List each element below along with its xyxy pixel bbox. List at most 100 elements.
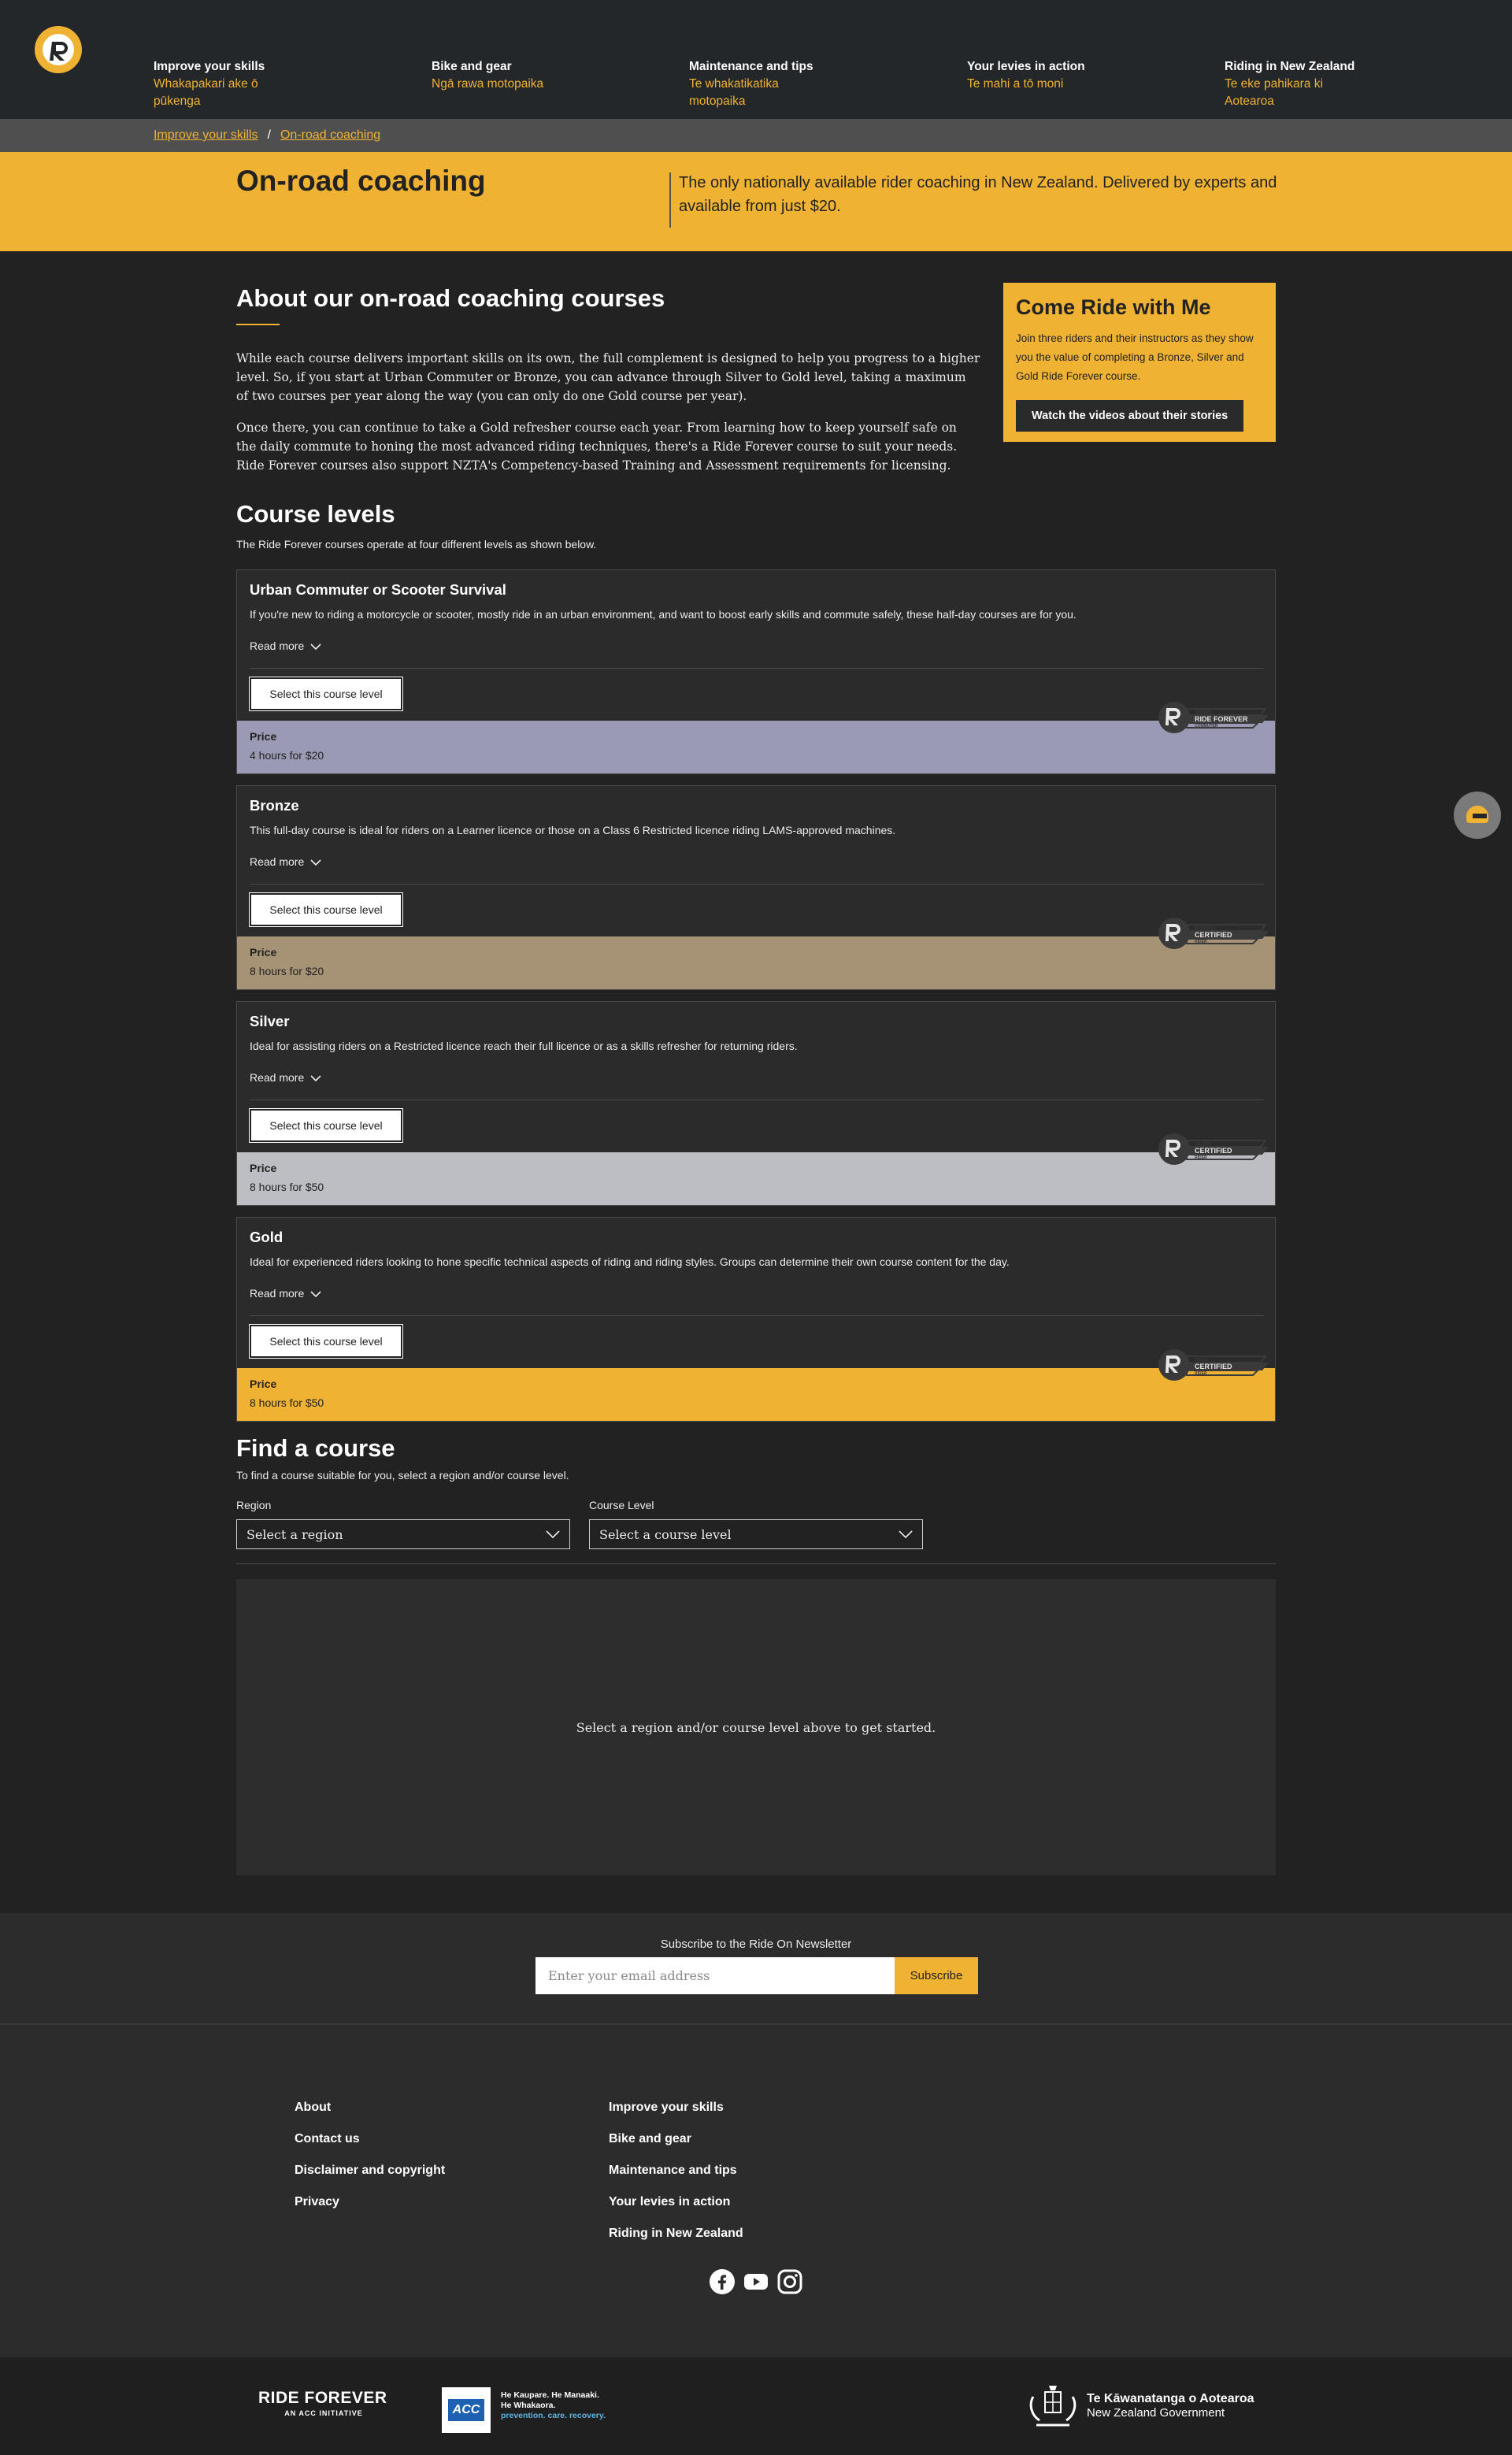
course-level-badge-icon: GOLDCERTIFIEDRIDER	[1158, 1349, 1269, 1381]
nz-coat-of-arms-icon[interactable]	[1025, 2381, 1080, 2431]
badge-sub-text: RIDER	[1195, 940, 1207, 944]
nav-item-levies[interactable]: Your levies in action Te mahi a tō moni	[967, 58, 1125, 93]
footer-link-maintenance[interactable]: Maintenance and tips	[609, 2164, 737, 2178]
course-level-badge-icon: BRONZECERTIFIEDRIDER	[1158, 918, 1269, 949]
acc-logo[interactable]: ACC	[442, 2387, 491, 2433]
youtube-icon[interactable]	[743, 2269, 769, 2294]
course-name: Gold	[250, 1229, 284, 1245]
read-more-toggle[interactable]: Read more	[250, 1287, 321, 1300]
price-label: Price	[250, 946, 277, 959]
read-more-toggle[interactable]: Read more	[250, 640, 321, 652]
course-levels-intro: The Ride Forever courses operate at four…	[236, 538, 597, 551]
course-level-badge-icon: URBANRIDE FOREVERCOMMUTER	[1158, 702, 1269, 733]
watch-videos-button[interactable]: Watch the videos about their stories	[1016, 400, 1244, 432]
footer-link-levies[interactable]: Your levies in action	[609, 2195, 730, 2209]
nav-label-mi: Te eke pahikara ki Aotearoa	[1225, 77, 1323, 108]
badge-sub-text: RIDER	[1195, 1371, 1207, 1376]
nav-item-maintenance[interactable]: Maintenance and tips Te whakatikatika mo…	[689, 58, 847, 110]
course-description: This full-day course is ideal for riders…	[250, 824, 896, 836]
select-course-level-button[interactable]: Select this course level	[249, 1324, 403, 1359]
nav-item-improve-skills[interactable]: Improve your skills Whakapakari ake ō pū…	[154, 58, 311, 110]
course-card-gold: Gold Ideal for experienced riders lookin…	[236, 1217, 1276, 1422]
read-more-label: Read more	[250, 1287, 305, 1300]
price-bar: Price 8 hours for $50	[237, 1368, 1275, 1421]
about-title: About our on-road coaching courses	[236, 284, 665, 312]
nav-label-en: Riding in New Zealand	[1225, 60, 1355, 73]
course-name: Silver	[250, 1013, 290, 1029]
results-empty-message: Select a region and/or course level abov…	[576, 1719, 936, 1735]
ride-forever-footer-logo[interactable]: RIDE FOREVER AN ACC INITIATIVE	[258, 2389, 389, 2417]
acc-tagline-line3: prevention. care. recovery.	[501, 2411, 606, 2420]
ride-forever-tagline: AN ACC INITIATIVE	[284, 2409, 363, 2417]
promo-title: Come Ride with Me	[1016, 295, 1211, 319]
find-course-intro: To find a course suitable for you, selec…	[236, 1469, 569, 1482]
nav-label-en: Improve your skills	[154, 60, 265, 73]
main-nav: Improve your skills Whakapakari ake ō pū…	[0, 58, 1512, 113]
footer-link-bike-gear[interactable]: Bike and gear	[609, 2132, 691, 2146]
read-more-toggle[interactable]: Read more	[250, 855, 321, 868]
region-label: Region	[236, 1499, 272, 1511]
about-paragraph-2: Once there, you can continue to take a G…	[236, 421, 958, 473]
select-course-level-button[interactable]: Select this course level	[249, 677, 403, 711]
course-description: If you're new to riding a motorcycle or …	[250, 608, 1077, 621]
about-paragraph-1: While each course delivers important ski…	[236, 351, 980, 403]
chevron-down-icon	[310, 1075, 321, 1081]
breadcrumb-link-improve-skills[interactable]: Improve your skills	[154, 128, 258, 143]
chevron-down-icon	[310, 859, 321, 866]
badge-main-text: RIDE FOREVER	[1195, 715, 1248, 723]
read-more-label: Read more	[250, 855, 305, 868]
footer-link-contact[interactable]: Contact us	[295, 2132, 360, 2146]
select-course-level-button[interactable]: Select this course level	[249, 1108, 403, 1143]
acc-tagline-line1: He Kaupare. He Manaaki.	[501, 2390, 599, 2400]
course-card-bronze: Bronze This full-day course is ideal for…	[236, 785, 1276, 990]
price-label: Price	[250, 730, 277, 743]
badge-sub-text: COMMUTER	[1195, 724, 1218, 729]
footer-link-improve-skills[interactable]: Improve your skills	[609, 2101, 724, 2115]
newsletter-section: Subscribe to the Ride On Newsletter Subs…	[0, 1913, 1512, 2025]
course-level-select[interactable]: Select a course level	[589, 1519, 923, 1549]
footer-link-riding-nz[interactable]: Riding in New Zealand	[609, 2227, 743, 2241]
newsletter-email-input[interactable]	[536, 1957, 895, 1994]
price-bar: Price 8 hours for $20	[237, 936, 1275, 989]
course-description: Ideal for assisting riders on a Restrict…	[250, 1040, 798, 1052]
course-level-label: Course Level	[589, 1499, 654, 1511]
hero-banner: On-road coaching The only nationally ava…	[0, 152, 1512, 251]
newsletter-title: Subscribe to the Ride On Newsletter	[660, 1938, 852, 1951]
facebook-icon[interactable]	[710, 2269, 735, 2294]
subscribe-button[interactable]: Subscribe	[895, 1957, 978, 1994]
region-select[interactable]: Select a region	[236, 1519, 570, 1549]
breadcrumb-separator: /	[267, 128, 271, 142]
price-label: Price	[250, 1162, 277, 1174]
hero-divider	[669, 172, 671, 228]
title-underline	[236, 324, 280, 325]
read-more-label: Read more	[250, 1071, 305, 1084]
course-description: Ideal for experienced riders looking to …	[250, 1255, 1010, 1268]
nav-item-bike-gear[interactable]: Bike and gear Ngā rawa motopaika	[432, 58, 589, 93]
chevron-down-icon	[310, 1291, 321, 1297]
region-select-value: Select a region	[246, 1526, 343, 1542]
helmet-chat-button[interactable]	[1454, 792, 1501, 839]
footer-logos: RIDE FOREVER AN ACC INITIATIVE ACC He Ka…	[0, 2357, 1512, 2455]
nz-govt-line2: New Zealand Government	[1087, 2406, 1225, 2420]
promo-text: Join three riders and their instructors …	[1016, 332, 1254, 382]
course-levels-title: Course levels	[236, 500, 395, 528]
footer-link-privacy[interactable]: Privacy	[295, 2195, 339, 2209]
read-more-toggle[interactable]: Read more	[250, 1071, 321, 1084]
chevron-down-icon	[899, 1530, 913, 1538]
price-value: 8 hours for $50	[250, 1181, 324, 1193]
footer-links: About Contact us Disclaimer and copyrigh…	[0, 2025, 1512, 2357]
footer-link-disclaimer[interactable]: Disclaimer and copyright	[295, 2164, 445, 2178]
nz-govt-line1: Te Kāwanatanga o Aotearoa	[1087, 2392, 1254, 2405]
badge-main-text: CERTIFIED	[1195, 931, 1232, 939]
nav-label-en: Bike and gear	[432, 60, 512, 73]
site-header: Improve your skills Whakapakari ake ō pū…	[0, 0, 1512, 119]
badge-main-text: CERTIFIED	[1195, 1363, 1232, 1370]
instagram-icon[interactable]	[777, 2269, 802, 2294]
footer-link-about[interactable]: About	[295, 2101, 331, 2115]
acc-mark: ACC	[448, 2399, 484, 2421]
select-course-level-button[interactable]: Select this course level	[249, 892, 403, 927]
nav-item-riding-nz[interactable]: Riding in New Zealand Te eke pahikara ki…	[1225, 58, 1382, 110]
breadcrumb-link-current[interactable]: On-road coaching	[280, 128, 380, 143]
badge-main-text: CERTIFIED	[1195, 1147, 1232, 1155]
breadcrumb: Improve your skills / On-road coaching	[0, 119, 1512, 152]
